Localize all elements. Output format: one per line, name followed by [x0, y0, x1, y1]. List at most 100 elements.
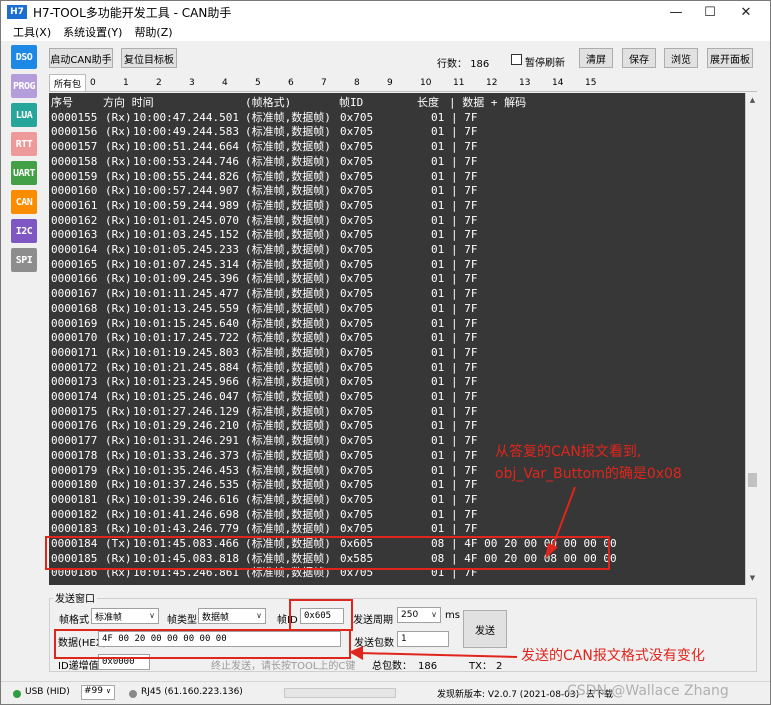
rj45-status: RJ45 (61.160.223.136) — [141, 687, 243, 697]
tab-channel-12[interactable]: 12 — [482, 74, 515, 91]
log-cell-len: 01 — [431, 228, 445, 242]
log-cell-format: (标准帧,数据帧) — [245, 522, 331, 536]
send-period-select[interactable]: 250 ∨ — [397, 607, 441, 623]
send-window-title: 发送窗口 — [53, 590, 97, 605]
log-cell-format: (标准帧,数据帧) — [245, 507, 331, 521]
tab-channel-8[interactable]: 8 — [350, 74, 383, 91]
menu-help[interactable]: 帮助(Z) — [134, 24, 172, 40]
log-cell-format: (标准帧,数据帧) — [245, 316, 331, 330]
log-cell-seq: 0000161 — [51, 198, 98, 212]
tab-channel-0[interactable]: 0 — [86, 74, 119, 91]
annotation-arrow-up-icon — [545, 486, 576, 559]
nav-prog-button[interactable]: PROG — [11, 74, 37, 98]
nav-dso-button[interactable]: DSO — [11, 45, 37, 69]
nav-spi-button[interactable]: SPI — [11, 248, 37, 272]
tab-channel-5[interactable]: 5 — [251, 74, 284, 91]
log-cell-seq: 0000181 — [51, 492, 98, 506]
nav-lua-button[interactable]: LUA — [11, 103, 37, 127]
log-cell-format: (标准帧,数据帧) — [245, 272, 331, 286]
log-cell-format: (标准帧,数据帧) — [245, 110, 331, 124]
log-cell-data: | 7F — [451, 478, 478, 492]
log-cell-len: 01 — [431, 140, 445, 154]
tab-channel-7[interactable]: 7 — [317, 74, 350, 91]
log-cell-format: (标准帧,数据帧) — [245, 125, 331, 139]
log-cell-time: 10:00:53.244.746 — [133, 154, 239, 168]
log-cell-id: 0x705 — [340, 287, 374, 301]
close-button[interactable]: ✕ — [730, 1, 762, 23]
minimize-button[interactable]: — — [660, 1, 692, 23]
log-cell-seq: 0000172 — [51, 360, 98, 374]
log-cell-data: | 7F — [451, 125, 478, 139]
nav-uart-button[interactable]: UART — [11, 161, 37, 185]
tab-channel-4[interactable]: 4 — [218, 74, 251, 91]
log-cell-format: (标准帧,数据帧) — [245, 360, 331, 374]
log-cell-data: | 7F — [451, 522, 478, 536]
log-cell-time: 10:01:15.245.640 — [133, 316, 239, 330]
log-cell-seq: 0000167 — [51, 287, 98, 301]
tab-channel-11[interactable]: 11 — [449, 74, 482, 91]
menu-tools[interactable]: 工具(X) — [13, 24, 51, 40]
nav-rtt-button[interactable]: RTT — [11, 132, 37, 156]
reset-target-button[interactable]: 复位目标板 — [121, 48, 177, 68]
message-log[interactable]: 序号 方向 时间 (帧格式) 帧ID 长度 | 数据 + 解码 0000155 (Rx) 10:… — [49, 93, 745, 585]
log-cell-time: 10:00:55.244.826 — [133, 169, 239, 183]
nav-can-button[interactable]: CAN — [11, 190, 37, 214]
clear-button[interactable]: 清屏 — [579, 48, 613, 68]
log-cell-data: | 7F — [451, 301, 478, 315]
log-cell-data: | 7F — [451, 287, 478, 301]
log-cell-id: 0x705 — [340, 243, 374, 256]
log-cell-id: 0x705 — [340, 463, 374, 477]
usb-status-dot-icon — [13, 690, 21, 698]
tab-channel-10[interactable]: 10 — [416, 74, 449, 91]
chevron-down-icon: ∨ — [149, 611, 155, 620]
log-cell-seq: 0000182 — [51, 507, 98, 521]
log-cell-len: 01 — [431, 243, 445, 256]
log-cell-len: 01 — [431, 125, 445, 139]
chevron-down-icon: ∨ — [105, 687, 111, 695]
maximize-button[interactable]: ☐ — [694, 1, 726, 23]
log-cell-len: 01 — [431, 507, 445, 521]
log-cell-dir: (Rx) — [105, 345, 132, 359]
log-cell-id: 0x705 — [340, 140, 374, 154]
save-button[interactable]: 保存 — [622, 48, 656, 68]
log-cell-dir: (Rx) — [105, 154, 132, 168]
start-can-button[interactable]: 启动CAN助手 — [49, 48, 113, 68]
scroll-thumb[interactable] — [748, 473, 757, 487]
scroll-up-icon[interactable]: ▲ — [746, 93, 759, 106]
scroll-down-icon[interactable]: ▼ — [746, 571, 759, 584]
menu-settings[interactable]: 系统设置(Y) — [63, 24, 122, 40]
log-cell-time: 10:01:35.246.453 — [133, 463, 239, 477]
tab-channel-1[interactable]: 1 — [119, 74, 152, 91]
device-select[interactable]: #99 ∨ — [81, 685, 115, 700]
main-window: H7 H7-TOOL多功能开发工具 - CAN助手 — ☐ ✕ 工具(X) 系统… — [0, 0, 771, 705]
log-cell-dir: (Rx) — [105, 492, 132, 506]
nav-i2c-button[interactable]: I2C — [11, 219, 37, 243]
tab-channel-6[interactable]: 6 — [284, 74, 317, 91]
log-cell-format: (标准帧,数据帧) — [245, 140, 331, 154]
log-cell-format: (标准帧,数据帧) — [245, 154, 331, 168]
tab-channel-2[interactable]: 2 — [152, 74, 185, 91]
tab-channel-15[interactable]: 15 — [581, 74, 614, 91]
tab-channel-9[interactable]: 9 — [383, 74, 416, 91]
tab-all-packets[interactable]: 所有包 — [49, 74, 86, 91]
browse-button[interactable]: 浏览 — [664, 48, 698, 68]
tab-channel-14[interactable]: 14 — [548, 74, 581, 91]
log-cell-id: 0x705 — [340, 169, 374, 183]
frame-format-select[interactable]: 标准帧 ∨ — [91, 608, 159, 624]
log-cell-dir: (Rx) — [105, 331, 132, 345]
frame-type-select[interactable]: 数据帧 ∨ — [198, 608, 266, 624]
log-cell-seq: 0000156 — [51, 125, 98, 139]
log-cell-format: (标准帧,数据帧) — [245, 478, 331, 492]
pause-refresh-checkbox[interactable] — [511, 54, 522, 65]
tab-channel-3[interactable]: 3 — [185, 74, 218, 91]
tab-channel-13[interactable]: 13 — [515, 74, 548, 91]
log-cell-dir: (Rx) — [105, 272, 132, 286]
log-header-format: (帧格式) — [245, 96, 292, 109]
log-cell-format: (标准帧,数据帧) — [245, 345, 331, 359]
log-cell-seq: 0000180 — [51, 478, 98, 492]
log-scrollbar[interactable]: ▲ ▼ — [745, 93, 758, 585]
expand-panel-button[interactable]: 展开面板 — [707, 48, 753, 68]
log-cell-format: (标准帧,数据帧) — [245, 448, 331, 462]
log-cell-format: (标准帧,数据帧) — [245, 228, 331, 242]
log-cell-len: 01 — [431, 287, 445, 301]
